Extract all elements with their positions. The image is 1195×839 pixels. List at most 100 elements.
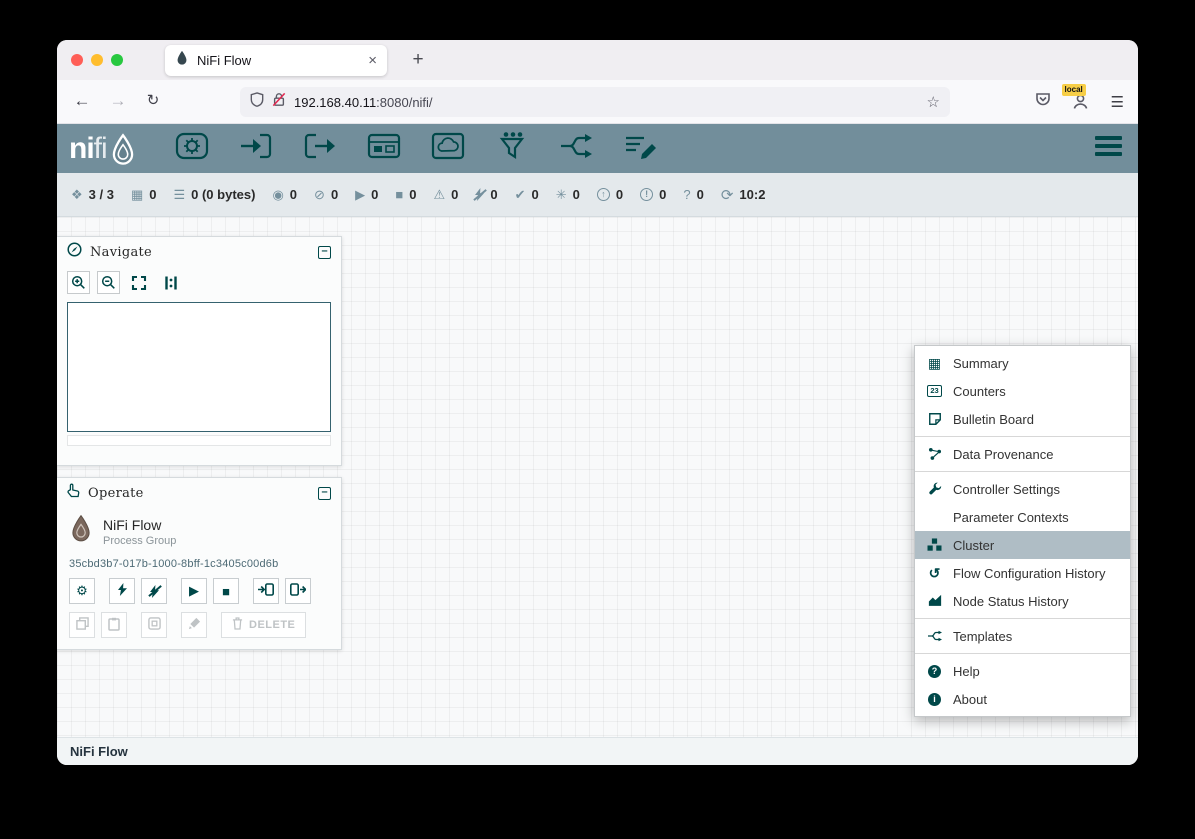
process-group-icon — [366, 130, 402, 167]
locally-modified-stale-status: !0 — [640, 187, 666, 202]
menu-item-label: Templates — [953, 629, 1012, 644]
locally-modified-icon: ✳ — [556, 187, 567, 203]
nifi-drop-icon — [109, 133, 137, 169]
birdseye-minimap[interactable] — [67, 302, 331, 432]
disabled-icon — [475, 188, 484, 201]
stop-button[interactable]: ■ — [213, 578, 239, 604]
paste-button[interactable] — [101, 612, 127, 638]
template-component-button[interactable] — [557, 132, 595, 166]
funnel-component-button[interactable] — [493, 132, 531, 166]
pocket-icon[interactable] — [1035, 92, 1051, 112]
menu-item-cluster[interactable]: Cluster — [915, 531, 1130, 559]
menu-item-data-provenance[interactable]: Data Provenance — [915, 440, 1130, 468]
shield-icon[interactable] — [250, 92, 264, 112]
browser-tab[interactable]: NiFi Flow × — [165, 45, 387, 76]
copy-icon — [76, 617, 89, 633]
threads-icon: ▦ — [131, 187, 143, 203]
tab-title: NiFi Flow — [197, 53, 360, 68]
stale-status: ↑0 — [597, 187, 623, 202]
menu-item-label: Flow Configuration History — [953, 566, 1105, 581]
navigate-panel-title: Navigate — [90, 245, 152, 260]
minimize-window-button[interactable] — [91, 54, 103, 66]
locally-modified-count: 0 — [573, 187, 580, 202]
zoom-out-button[interactable] — [97, 271, 120, 294]
tab-close-button[interactable]: × — [368, 52, 377, 69]
start-button[interactable]: ▶ — [181, 578, 207, 604]
group-out-button[interactable] — [285, 578, 311, 604]
remote-process-group-component-button[interactable] — [429, 132, 467, 166]
menu-item-label: Data Provenance — [953, 447, 1053, 462]
menu-item-label: Node Status History — [953, 594, 1069, 609]
reload-icon[interactable]: ↻ — [142, 91, 164, 109]
menu-item-templates[interactable]: Templates — [915, 622, 1130, 650]
profile-avatar[interactable]: local — [1072, 93, 1090, 111]
history-icon: ↺ — [926, 565, 943, 582]
browser-menu-icon[interactable]: ☰ — [1111, 93, 1124, 111]
selected-flow-id: 35cbd3b7-017b-1000-8bff-1c3405c00d6b — [57, 550, 341, 570]
menu-item-parameter-contexts[interactable]: Parameter Contexts — [915, 503, 1130, 531]
process-group-drop-icon — [69, 514, 93, 550]
birdseye-slider[interactable] — [67, 435, 331, 446]
queued-count: 0 (0 bytes) — [191, 187, 255, 202]
forward-icon[interactable]: → — [107, 91, 129, 111]
up-to-date-count: 0 — [532, 187, 539, 202]
stopped-icon: ■ — [395, 187, 403, 202]
delete-button[interactable]: DELETE — [221, 612, 306, 638]
disable-button[interactable] — [141, 578, 167, 604]
configuration-button[interactable]: ⚙ — [69, 578, 95, 604]
back-icon[interactable]: ← — [71, 91, 93, 111]
menu-item-bulletin-board[interactable]: Bulletin Board — [915, 405, 1130, 433]
zoom-fit-button[interactable] — [127, 271, 150, 294]
refresh-status[interactable]: ⟳ 10:2 — [721, 186, 766, 204]
create-template-button[interactable] — [141, 612, 167, 638]
process-group-component-button[interactable] — [365, 132, 403, 166]
not-transmitting-status: ⊘0 — [314, 187, 338, 203]
component-toolbar — [173, 132, 659, 166]
collapse-navigate-button[interactable]: – — [318, 246, 331, 259]
not-transmitting-count: 0 — [331, 187, 338, 202]
label-component-button[interactable] — [621, 132, 659, 166]
url-path: :8080/nifi/ — [376, 95, 432, 110]
nifi-logo: nifi — [69, 129, 137, 169]
transmitting-icon: ◉ — [272, 187, 283, 203]
zoom-window-button[interactable] — [111, 54, 123, 66]
menu-item-about[interactable]: iAbout — [915, 685, 1130, 713]
menu-item-label: Parameter Contexts — [953, 510, 1069, 525]
not-transmitting-icon: ⊘ — [314, 187, 325, 203]
zoom-actual-size-button[interactable] — [159, 271, 182, 294]
menu-divider — [915, 653, 1130, 654]
output-port-component-button[interactable] — [301, 132, 339, 166]
close-window-button[interactable] — [71, 54, 83, 66]
new-tab-button[interactable]: + — [405, 47, 431, 73]
bookmark-star-icon[interactable]: ☆ — [927, 93, 940, 111]
enable-button[interactable] — [109, 578, 135, 604]
menu-item-controller-settings[interactable]: Controller Settings — [915, 475, 1130, 503]
play-icon: ▶ — [189, 583, 199, 599]
processor-component-button[interactable] — [173, 132, 211, 166]
flow-canvas[interactable]: Navigate – Operate – NiFi Flow — [57, 217, 1138, 737]
logo-text-fi: fi — [94, 132, 107, 166]
output-port-icon — [302, 130, 338, 167]
menu-item-label: Help — [953, 664, 980, 679]
breadcrumb-nifi-flow[interactable]: NiFi Flow — [70, 744, 128, 759]
url-bar[interactable]: 192.168.40.11:8080/nifi/ ☆ — [240, 87, 950, 117]
navigate-toolbar — [57, 267, 341, 296]
menu-item-summary[interactable]: ▦Summary — [915, 349, 1130, 377]
group-in-button[interactable] — [253, 578, 279, 604]
bolt-icon — [118, 583, 127, 599]
zoom-in-button[interactable] — [67, 271, 90, 294]
copy-button[interactable] — [69, 612, 95, 638]
fill-color-button[interactable] — [181, 612, 207, 638]
menu-item-help[interactable]: ?Help — [915, 657, 1130, 685]
about-icon: i — [926, 693, 943, 706]
input-port-component-button[interactable] — [237, 132, 275, 166]
refresh-icon[interactable]: ⟳ — [721, 186, 734, 204]
global-menu-button[interactable] — [1095, 136, 1122, 160]
menu-item-counters[interactable]: 23Counters — [915, 377, 1130, 405]
menu-item-flow-configuration-history[interactable]: ↺ Flow Configuration History — [915, 559, 1130, 587]
broken-lock-icon[interactable] — [272, 92, 286, 112]
template-icon — [926, 629, 943, 643]
sync-failure-count: 0 — [697, 187, 704, 202]
menu-item-node-status-history[interactable]: Node Status History — [915, 587, 1130, 615]
collapse-operate-button[interactable]: – — [318, 487, 331, 500]
